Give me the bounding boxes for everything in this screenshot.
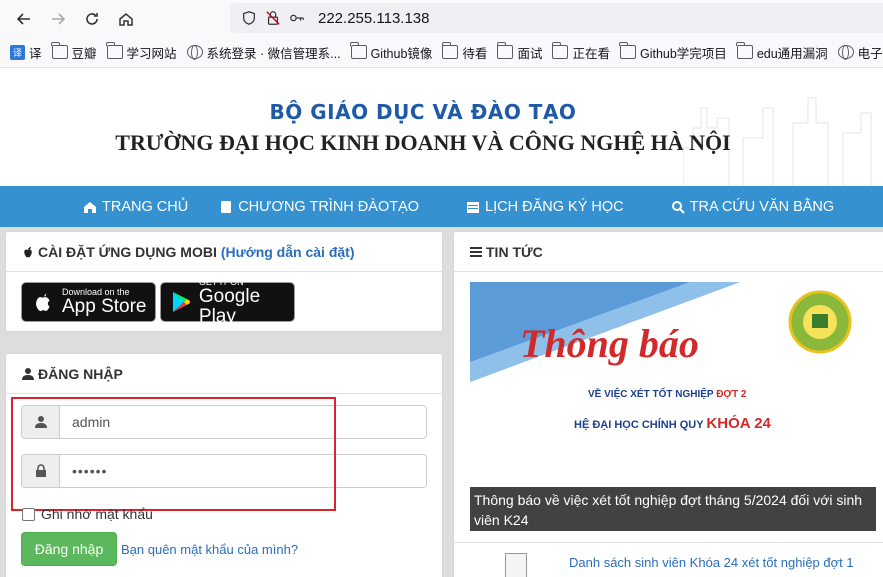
app-panel-header: CÀI ĐẶT ỨNG DỤNG MOBI (Hướng dẫn cài đặt… (6, 232, 442, 272)
login-panel-header: ĐĂNG NHẬP (6, 354, 442, 394)
remember-checkbox[interactable] (22, 507, 35, 521)
nav-degree-lookup[interactable]: TRA CỨU VĂN BẰNG (671, 199, 834, 215)
site-banner: BỘ GIÁO DỤC VÀ ĐÀO TẠO TRƯỜNG ĐẠI HỌC KI… (0, 68, 883, 186)
app-store-large: App Store (62, 296, 147, 317)
city-skyline-decoration (683, 97, 872, 186)
bookmark-watching[interactable]: 正在看 (551, 42, 610, 62)
user-icon (22, 367, 34, 380)
bookmark-interview[interactable]: 面试 (496, 42, 542, 62)
app-panel-title: CÀI ĐẶT ỨNG DỤNG MOBI (38, 243, 217, 260)
notice-line1-accent: ĐỢT 2 (716, 389, 747, 400)
news-panel-title: TIN TỨC (486, 243, 543, 260)
university-title: TRƯỜNG ĐẠI HỌC KINH DOANH VÀ CÔNG NGHỆ H… (115, 130, 731, 155)
notice-line2: HỆ ĐẠI HỌC CHÍNH QUY KHÓA 24 (574, 415, 771, 432)
globe-icon (837, 45, 854, 60)
shield-icon[interactable] (238, 7, 260, 29)
bookmark-github-mirror[interactable]: Github镜像 (350, 42, 432, 62)
reload-icon (86, 12, 98, 25)
back-arrow-icon (16, 12, 30, 25)
bookmark-edu-vuln[interactable]: edu通用漏洞 (736, 42, 828, 62)
reload-button[interactable] (78, 5, 106, 33)
globe-icon (186, 45, 203, 60)
news-divider (453, 542, 883, 543)
translate-icon: 译 (10, 44, 25, 60)
install-guide-link[interactable]: (Hướng dẫn cài đặt) (221, 244, 355, 260)
news-caption[interactable]: Thông báo về việc xét tốt nghiệp đợt thá… (470, 487, 876, 531)
main-nav: TRANG CHỦ CHƯƠNG TRÌNH ĐÀOTẠO LỊCH ĐĂNG … (0, 186, 883, 227)
remember-me[interactable]: Ghi nhớ mật khẩu (22, 506, 153, 522)
bookmark-to-watch[interactable]: 待看 (441, 42, 487, 62)
calendar-icon (467, 201, 480, 213)
nav-schedule[interactable]: LỊCH ĐĂNG KÝ HỌC (466, 199, 624, 215)
login-button[interactable]: Đăng nhập (21, 532, 117, 566)
ministry-title: BỘ GIÁO DỤC VÀ ĐÀO TẠO (269, 100, 577, 124)
home-icon (84, 201, 96, 213)
login-panel-title: ĐĂNG NHẬP (38, 365, 123, 382)
news-list-item[interactable]: Danh sách sinh viên Khóa 24 xét tốt nghi… (569, 555, 854, 570)
notice-line1-text: VỀ VIỆC XÉT TỐT NGHIỆP (588, 389, 717, 400)
folder-icon (106, 42, 123, 59)
folder-icon (51, 42, 68, 59)
forgot-password-link[interactable]: Bạn quên mật khẩu của mình? (121, 542, 298, 557)
google-play-icon (172, 292, 190, 312)
app-store-button[interactable]: Download on the App Store (21, 282, 156, 322)
browser-toolbar: 222.255.113.138 (0, 0, 883, 37)
notice-line1: VỀ VIỆC XÉT TỐT NGHIỆP ĐỢT 2 (588, 389, 746, 400)
notice-line2-accent: KHÓA 24 (706, 415, 771, 432)
bookmark-douban[interactable]: 豆瓣 (51, 42, 97, 62)
url-text[interactable]: 222.255.113.138 (318, 10, 430, 27)
back-button[interactable] (10, 5, 38, 33)
bookmarks-bar: 译译 豆瓣 学习网站 系统登录 · 微信管理系... Github镜像 待看 面… (0, 37, 883, 68)
bookmark-study[interactable]: 学习网站 (106, 42, 177, 62)
remember-label: Ghi nhớ mật khẩu (41, 506, 153, 522)
forward-arrow-icon (52, 12, 66, 25)
google-play-large: Google Play (198, 286, 261, 327)
forward-button[interactable] (44, 5, 72, 33)
app-store-text: Download on the App Store (62, 287, 147, 317)
folder-icon (496, 42, 514, 59)
document-icon (505, 553, 527, 577)
home-button[interactable] (112, 5, 140, 33)
notice-line2-text: HỆ ĐẠI HỌC CHÍNH QUY (574, 419, 707, 431)
insecure-lock-icon[interactable] (262, 7, 284, 29)
bookmark-translate[interactable]: 译译 (10, 43, 42, 62)
apple-icon (24, 246, 32, 257)
bookmark-github-projects[interactable]: Github学完项目 (619, 42, 727, 62)
bookmark-electronic[interactable]: 电子 (837, 43, 883, 62)
google-play-text: GET IT ON Google Play (199, 277, 294, 327)
notice-heading: Thông báo (520, 321, 699, 366)
news-panel-header: TIN TỨC (454, 232, 883, 272)
folder-icon (441, 42, 459, 59)
folder-icon (350, 42, 367, 59)
apple-logo-icon (36, 293, 50, 312)
nav-home[interactable]: TRANG CHỦ (83, 199, 188, 215)
home-icon (119, 12, 133, 26)
highlight-box (11, 397, 336, 511)
key-icon[interactable] (286, 7, 308, 29)
folder-icon (619, 42, 636, 59)
book-icon (221, 200, 232, 213)
nav-programs[interactable]: CHƯƠNG TRÌNH ĐÀOTẠO (219, 199, 419, 215)
list-icon (470, 246, 482, 257)
folder-icon (736, 42, 753, 59)
url-bar[interactable]: 222.255.113.138 (230, 3, 883, 33)
search-icon (671, 200, 685, 214)
folder-icon (551, 42, 569, 59)
google-play-button[interactable]: GET IT ON Google Play (160, 277, 295, 327)
bookmark-wechat-system[interactable]: 系统登录 · 微信管理系... (186, 43, 341, 62)
